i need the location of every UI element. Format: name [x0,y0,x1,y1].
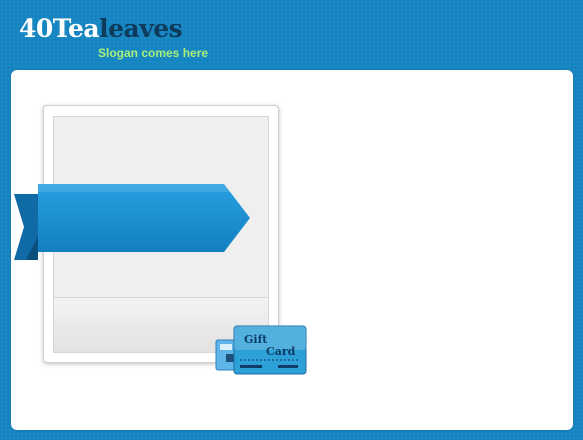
site-logo[interactable]: 40Tealeaves [19,14,183,44]
gift-card-label-1: Gift [244,333,268,346]
slogan: Slogan comes here [98,46,209,60]
ribbon-body [38,184,250,252]
logo-part-2: leaves [99,14,183,43]
logo-part-1: 40Tea [19,14,100,43]
header: 40Tealeaves Slogan comes here [0,0,583,68]
gift-card-label-2: Card [266,345,296,358]
gift-card-icon[interactable]: Gift Card [214,322,310,380]
small-card-icon [215,339,237,371]
ribbon-banner [14,184,250,260]
